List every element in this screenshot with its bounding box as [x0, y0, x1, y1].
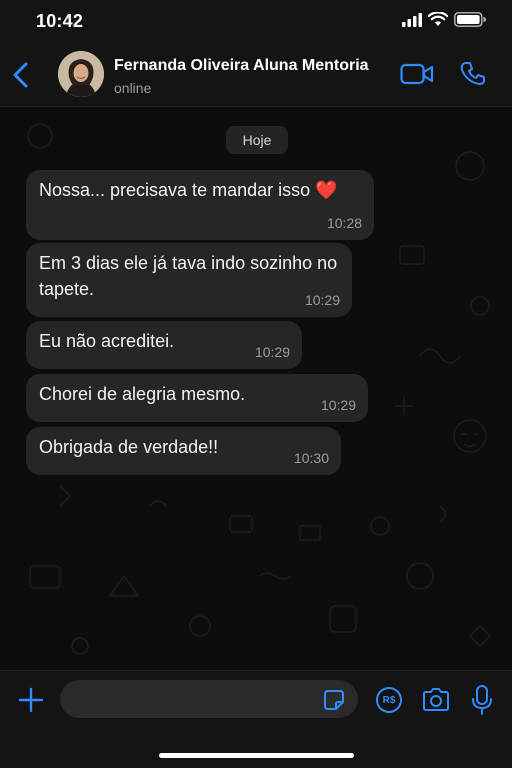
message-text: Eu não acreditei.: [39, 331, 175, 351]
pix-label: R$: [382, 694, 396, 706]
signal-icon: [402, 12, 422, 27]
back-icon[interactable]: [10, 61, 32, 89]
message-text: Obrigada de verdade!!: [39, 437, 219, 457]
message-bubble[interactable]: Chorei de alegria mesmo. 10:29: [26, 374, 368, 422]
battery-icon: [454, 12, 486, 27]
message-bubble[interactable]: Obrigada de verdade!! 10:30: [26, 427, 341, 475]
message-input[interactable]: [60, 680, 358, 718]
wifi-icon: [428, 12, 448, 26]
message-text: Chorei de alegria mesmo.: [39, 384, 246, 404]
message-text: Em 3 dias ele já tava indo sozinho no ta…: [39, 253, 338, 299]
message-time: 10:28: [326, 215, 362, 231]
home-indicator[interactable]: [159, 753, 354, 758]
sticker-icon[interactable]: [322, 688, 346, 712]
plus-icon[interactable]: [18, 687, 44, 713]
message-time: 10:29: [320, 397, 356, 413]
status-time: 10:42: [36, 11, 84, 31]
avatar[interactable]: [58, 51, 104, 97]
message-bubble[interactable]: Eu não acreditei. 10:29: [26, 321, 302, 369]
pix-icon[interactable]: R$: [376, 687, 402, 713]
message-bubble[interactable]: Em 3 dias ele já tava indo sozinho no ta…: [26, 243, 352, 317]
message-time: 10:30: [293, 450, 329, 466]
video-call-icon[interactable]: [400, 62, 434, 86]
chat-screen: 10:42 Fernanda Oliveira Aluna Mentoria o…: [0, 0, 512, 768]
message-text: Nossa... precisava te mandar isso ❤️: [39, 180, 338, 200]
microphone-icon[interactable]: [471, 684, 493, 716]
status-icons: [402, 12, 486, 27]
camera-icon[interactable]: [421, 687, 451, 713]
avatar-photo: [58, 51, 104, 97]
date-separator: Hoje: [226, 126, 288, 154]
composer-bar: R$: [0, 670, 512, 768]
message-time: 10:29: [304, 292, 340, 308]
message-time: 10:29: [254, 344, 290, 360]
message-bubble[interactable]: Nossa... precisava te mandar isso ❤️ 10:…: [26, 170, 374, 240]
status-bar: 10:42: [0, 0, 512, 44]
contact-status: online: [114, 80, 152, 96]
contact-name[interactable]: Fernanda Oliveira Aluna Mentoria: [114, 57, 369, 75]
phone-call-icon[interactable]: [460, 60, 488, 88]
chat-header: Fernanda Oliveira Aluna Mentoria online: [0, 44, 512, 107]
